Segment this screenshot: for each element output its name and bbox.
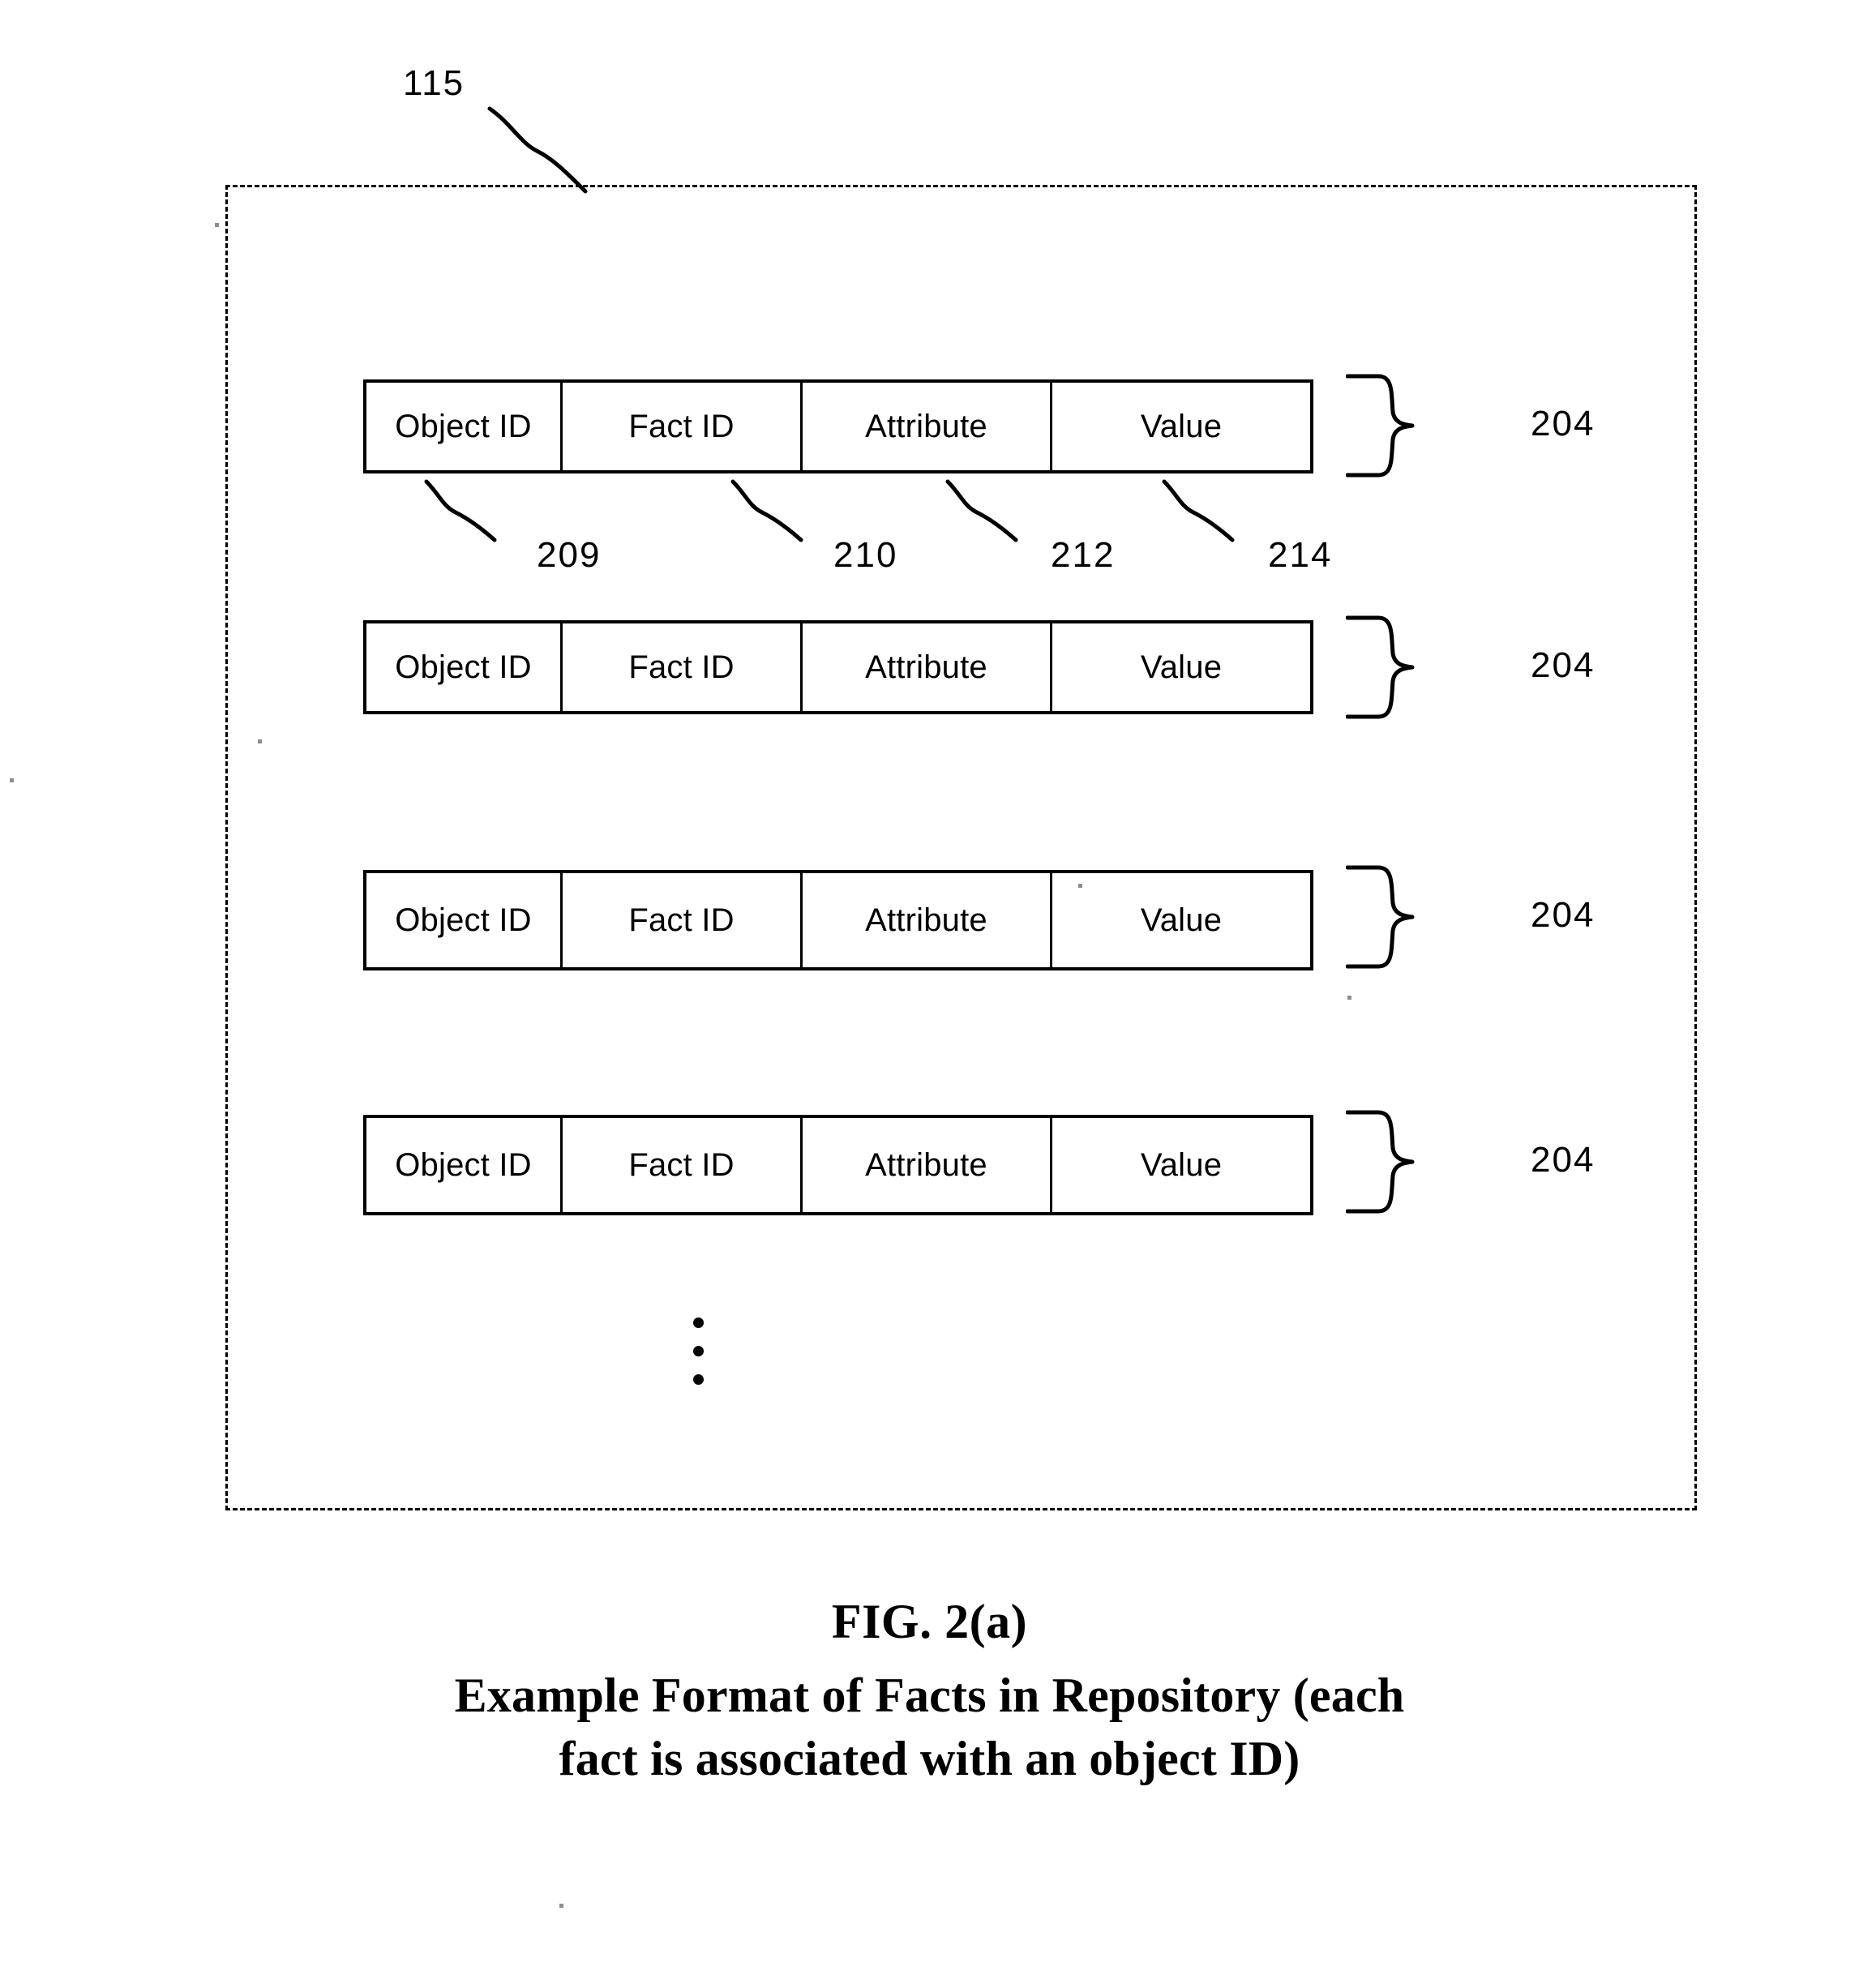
row-brace-icon xyxy=(1346,615,1415,719)
reference-numeral-210: 210 xyxy=(833,535,898,575)
reference-numeral-204: 204 xyxy=(1531,1140,1596,1180)
leader-line-212-icon xyxy=(945,479,1018,542)
ellipsis-dot xyxy=(693,1346,704,1356)
ellipsis-dot xyxy=(693,1374,704,1385)
reference-numeral-115: 115 xyxy=(403,63,465,103)
reference-numeral-214: 214 xyxy=(1268,535,1333,575)
cell-fact-id: Fact ID xyxy=(563,1118,803,1212)
cell-value: Value xyxy=(1140,408,1223,444)
scan-speckle xyxy=(559,1904,563,1908)
scan-speckle xyxy=(258,739,262,743)
ellipsis-dot xyxy=(693,1317,704,1328)
cell-object-id: Object ID xyxy=(366,383,563,470)
scan-speckle xyxy=(1347,996,1351,1000)
figure-title-line-2: fact is associated with an object ID) xyxy=(559,1731,1300,1785)
figure-caption: FIG. 2(a) Example Format of Facts in Rep… xyxy=(0,1593,1859,1790)
reference-numeral-204: 204 xyxy=(1531,645,1596,685)
figure-number: FIG. 2(a) xyxy=(831,1595,1028,1648)
reference-numeral-212: 212 xyxy=(1051,535,1116,575)
fact-row: Object ID Fact ID Attribute Value xyxy=(363,870,1313,970)
row-brace-icon xyxy=(1346,374,1415,478)
cell-fact-id: Fact ID xyxy=(563,873,803,967)
leader-line-214-icon xyxy=(1162,479,1235,542)
cell-object-id: Object ID xyxy=(366,1118,563,1212)
leader-line-210-icon xyxy=(730,479,803,542)
cell-value: Value xyxy=(1140,649,1223,685)
scan-speckle xyxy=(215,223,219,227)
patent-figure: 115 Object ID Fact ID Attribute Value 20… xyxy=(0,0,1859,1988)
reference-numeral-204: 204 xyxy=(1531,895,1596,935)
row-brace-icon xyxy=(1346,1110,1415,1214)
reference-numeral-204: 204 xyxy=(1531,404,1596,443)
fact-row: Object ID Fact ID Attribute Value xyxy=(363,1115,1313,1215)
figure-title-line-1: Example Format of Facts in Repository (e… xyxy=(454,1668,1405,1722)
reference-numeral-209: 209 xyxy=(537,535,602,575)
cell-fact-id: Fact ID xyxy=(563,383,803,470)
cell-attribute: Attribute xyxy=(803,623,1052,711)
cell-attribute: Attribute xyxy=(803,1118,1052,1212)
fact-row: Object ID Fact ID Attribute Value xyxy=(363,379,1313,473)
scan-speckle xyxy=(1078,884,1082,888)
fact-row: Object ID Fact ID Attribute Value xyxy=(363,620,1313,714)
cell-object-id: Object ID xyxy=(366,623,563,711)
cell-attribute: Attribute xyxy=(803,383,1052,470)
cell-value: Value xyxy=(1140,1146,1223,1183)
cell-value: Value xyxy=(1140,902,1223,938)
row-brace-icon xyxy=(1346,865,1415,969)
cell-fact-id: Fact ID xyxy=(563,623,803,711)
leader-line-115-icon xyxy=(487,106,588,194)
scan-speckle xyxy=(10,778,14,782)
vertical-ellipsis-icon xyxy=(693,1317,704,1385)
leader-line-209-icon xyxy=(424,479,497,542)
cell-object-id: Object ID xyxy=(366,873,563,967)
cell-attribute: Attribute xyxy=(803,873,1052,967)
